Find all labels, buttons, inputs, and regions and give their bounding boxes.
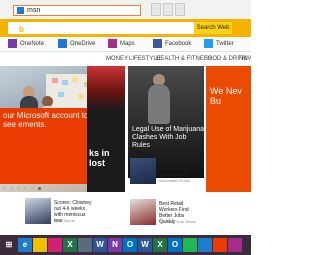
tile-image	[87, 66, 125, 110]
news-tile-right[interactable]: We Nev Bu	[206, 66, 251, 192]
address-input[interactable]: msn	[13, 5, 141, 16]
taskbar-word[interactable]: W	[93, 238, 107, 252]
hero-text: our Microsoft account to see ements.	[3, 111, 89, 129]
search-input[interactable]: b	[8, 22, 194, 34]
address-text: msn	[27, 7, 41, 14]
facebook-icon	[153, 39, 162, 48]
refresh-button[interactable]	[163, 3, 173, 16]
hero-banner[interactable]: our Microsoft account to see ements.	[0, 108, 97, 184]
carousel-dot-active[interactable]	[38, 187, 41, 190]
sticky-note	[62, 80, 68, 85]
nav-money[interactable]: MONEY	[106, 55, 128, 63]
tile-caption: We Nev Bu	[210, 86, 242, 106]
taskbar-app-2[interactable]	[228, 238, 242, 252]
taskbar-excel-2[interactable]: X	[153, 238, 167, 252]
taskbar-sticky[interactable]	[78, 238, 92, 252]
word-icon: W	[141, 240, 149, 249]
taskbar-store[interactable]	[33, 238, 47, 252]
carousel-dot[interactable]	[10, 187, 13, 190]
news-thumbnail	[130, 199, 156, 225]
onenote-icon	[8, 39, 17, 48]
onedrive-icon	[58, 39, 67, 48]
store-icon	[33, 238, 47, 252]
category-nav: MONEY LIFESTYLE HEALTH & FITNESS FOOD & …	[0, 52, 251, 67]
carousel-dot[interactable]	[17, 187, 20, 190]
news-headline: Death of singer Simone Battle is ruled s…	[159, 160, 196, 178]
spotify-icon	[183, 238, 197, 252]
outlook-icon: O	[171, 240, 179, 249]
news-item-retail[interactable]: Best Retail Workers Find Better Jobs Qui…	[130, 199, 204, 227]
carousel-dot[interactable]	[24, 187, 27, 190]
news-tile-walks[interactable]: ks in lost	[87, 66, 125, 192]
search-band: b Search Web	[0, 19, 251, 37]
news-source: Associated Press	[159, 178, 190, 183]
taskbar-people[interactable]	[48, 238, 62, 252]
taskbar-spotify[interactable]	[183, 238, 197, 252]
outlook-icon: O	[126, 240, 134, 249]
bing-logo: b	[19, 25, 24, 34]
tile-caption: ks in lost	[89, 148, 110, 168]
taskbar-onenote[interactable]: N	[108, 238, 122, 252]
taskbar-ie[interactable]: e	[18, 238, 32, 252]
back-button[interactable]	[151, 3, 161, 16]
excel-icon: X	[67, 240, 73, 249]
nav-travel[interactable]: TRAVEL	[238, 55, 251, 63]
taskbar-outlook-2[interactable]: O	[168, 238, 182, 252]
taskbar-app[interactable]	[213, 238, 227, 252]
sticky-note	[52, 78, 58, 83]
word-icon: W	[96, 240, 104, 249]
app-icon	[228, 238, 242, 252]
onenote-icon: N	[112, 240, 118, 249]
taskbar-cloud[interactable]	[198, 238, 212, 252]
sticky-note	[58, 92, 64, 97]
person	[148, 84, 170, 124]
cloud-icon	[198, 238, 212, 252]
carousel-dot[interactable]	[31, 187, 34, 190]
news-thumbnail	[25, 198, 51, 224]
app-strip: OneNote OneDrive Maps Facebook Twitter	[0, 37, 251, 52]
site-icon	[17, 7, 24, 14]
maps-icon	[108, 39, 117, 48]
sticky-icon	[78, 238, 92, 252]
people-icon	[48, 238, 62, 252]
start-button[interactable]: ⊞	[2, 238, 16, 252]
taskbar-excel[interactable]: X	[63, 238, 77, 252]
news-item-death[interactable]: Death of singer Simone Battle is ruled s…	[130, 158, 204, 186]
favorites-button[interactable]	[175, 3, 185, 16]
twitter-icon	[204, 39, 213, 48]
news-source: FOX Sports	[54, 218, 75, 223]
windows-icon: ⊞	[5, 240, 13, 249]
taskbar-outlook[interactable]: O	[123, 238, 137, 252]
taskbar-word-2[interactable]: W	[138, 238, 152, 252]
browser-window: msn b Search Web OneNote OneDrive Maps F…	[0, 0, 251, 255]
tile-caption: Legal Use of Marijuana Clashes With Job …	[132, 126, 204, 149]
carousel-dot[interactable]	[3, 187, 6, 190]
sticky-note	[78, 94, 84, 99]
excel-icon: X	[157, 240, 163, 249]
ie-icon: e	[22, 240, 28, 249]
search-web-button[interactable]: Search Web	[194, 22, 232, 34]
news-source: The New York Times	[159, 219, 196, 224]
sticky-note	[72, 77, 78, 82]
address-bar: msn	[0, 0, 251, 20]
taskbar: ⊞ e X W N O W X O	[0, 235, 251, 255]
app-icon	[213, 238, 227, 252]
news-thumbnail	[130, 158, 156, 184]
news-item-scores[interactable]: Scores: Clowney out 4-6 weeks with menis…	[25, 198, 98, 228]
